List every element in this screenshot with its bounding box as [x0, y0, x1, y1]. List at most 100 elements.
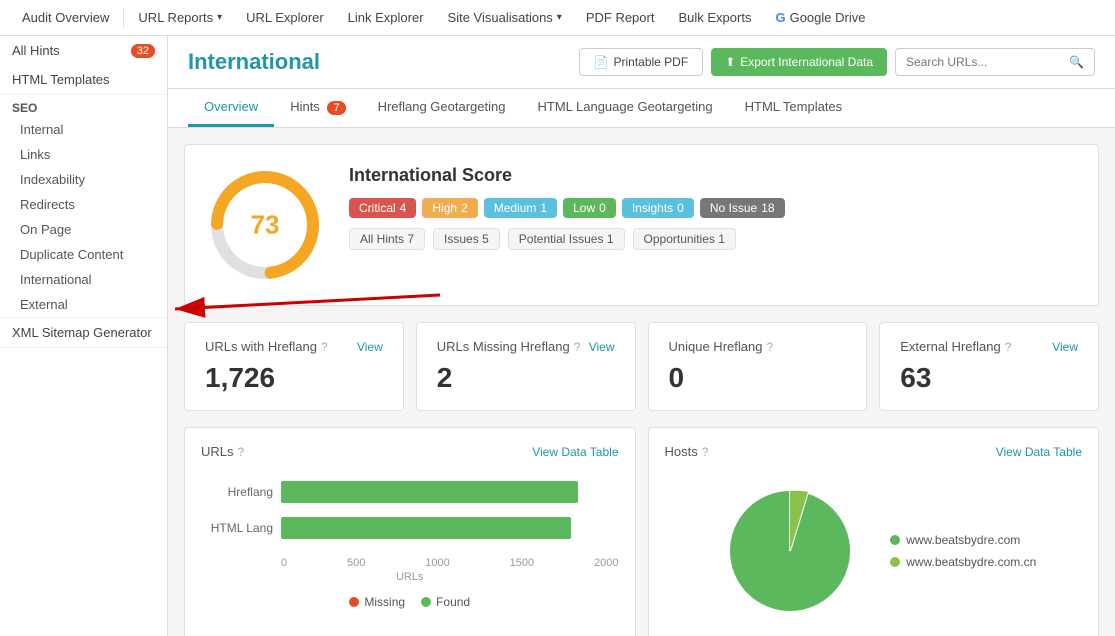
tab-html-lang[interactable]: HTML Language Geotargeting [521, 89, 728, 127]
chevron-down-icon: ▾ [557, 12, 562, 23]
nav-url-reports[interactable]: URL Reports ▾ [126, 0, 234, 36]
sidebar-item-links[interactable]: Links [0, 142, 167, 167]
metric-urls-missing-hreflang: URLs Missing Hreflang ? View 2 [416, 322, 636, 411]
metric-urls-hreflang: URLs with Hreflang ? View 1,726 [184, 322, 404, 411]
metric-title-4: External Hreflang ? [900, 339, 1011, 354]
sidebar-item-xml-sitemap[interactable]: XML Sitemap Generator [0, 318, 167, 347]
metric-header-2: URLs Missing Hreflang ? View [437, 339, 615, 354]
metric-view-2[interactable]: View [589, 340, 615, 354]
metric-external-hreflang: External Hreflang ? View 63 [879, 322, 1099, 411]
nav-divider [123, 8, 124, 28]
pie-dot-1 [890, 535, 900, 545]
badge-noissue[interactable]: No Issue 18 [700, 198, 785, 218]
score-card: 73 International Score Critical 4 High 2 [184, 144, 1099, 306]
pie-chart [710, 471, 870, 631]
badge-low[interactable]: Low 0 [563, 198, 616, 218]
search-icon: 🔍 [1069, 55, 1084, 69]
nav-pdf-report[interactable]: PDF Report [574, 0, 667, 36]
hint-all[interactable]: All Hints 7 [349, 228, 425, 250]
help-icon[interactable]: ? [1005, 340, 1012, 354]
metric-unique-hreflang: Unique Hreflang ? 0 [648, 322, 868, 411]
badge-critical[interactable]: Critical 4 [349, 198, 416, 218]
metric-value-2: 2 [437, 362, 615, 394]
help-icon[interactable]: ? [766, 340, 773, 354]
sidebar-item-duplicate-content[interactable]: Duplicate Content [0, 242, 167, 267]
tab-hints[interactable]: Hints 7 [274, 89, 361, 127]
metric-value-3: 0 [669, 362, 847, 394]
export-icon: ⬆ [725, 55, 735, 69]
sidebar-item-internal[interactable]: Internal [0, 117, 167, 142]
hosts-chart-title: Hosts ? [665, 444, 709, 459]
printable-pdf-button[interactable]: 📄 Printable PDF [579, 48, 704, 76]
content-body: 73 International Score Critical 4 High 2 [168, 128, 1115, 636]
hint-issues[interactable]: Issues 5 [433, 228, 500, 250]
content-area: International 📄 Printable PDF ⬆ Export I… [168, 36, 1115, 636]
axis-title: URLs [201, 571, 619, 583]
help-icon[interactable]: ? [702, 445, 709, 459]
hints-row: All Hints 7 Issues 5 Potential Issues 1 [349, 228, 1078, 250]
sidebar-item-html-templates-top[interactable]: HTML Templates [0, 65, 167, 94]
metric-value-4: 63 [900, 362, 1078, 394]
tab-overview[interactable]: Overview [188, 89, 274, 127]
bar-track-hreflang [281, 481, 619, 503]
nav-google-drive[interactable]: G Google Drive [763, 0, 877, 36]
sidebar-item-indexability[interactable]: Indexability [0, 167, 167, 192]
help-icon[interactable]: ? [238, 445, 245, 459]
google-icon: G [775, 10, 785, 25]
bar-label-htmllang: HTML Lang [201, 521, 273, 535]
metric-title-3: Unique Hreflang ? [669, 339, 774, 354]
sidebar-seo-label: SEO [0, 95, 167, 117]
nav-link-explorer[interactable]: Link Explorer [336, 0, 436, 36]
sidebar-item-international[interactable]: International [0, 267, 167, 292]
bar-chart: Hreflang HTML Lang [201, 471, 619, 619]
hosts-chart-view-link[interactable]: View Data Table [996, 445, 1082, 459]
sidebar-section-xml: XML Sitemap Generator [0, 318, 167, 348]
urls-chart-title: URLs ? [201, 444, 244, 459]
hint-opportunities[interactable]: Opportunities 1 [633, 228, 736, 250]
search-bar[interactable]: 🔍 [895, 48, 1095, 76]
metrics-row: URLs with Hreflang ? View 1,726 URLs Mis… [184, 322, 1099, 411]
pie-dot-2 [890, 557, 900, 567]
metric-view-4[interactable]: View [1052, 340, 1078, 354]
help-icon[interactable]: ? [321, 340, 328, 354]
bar-fill-htmllang [281, 517, 571, 539]
bar-track-htmllang [281, 517, 619, 539]
sidebar-item-on-page[interactable]: On Page [0, 217, 167, 242]
hint-potential[interactable]: Potential Issues 1 [508, 228, 625, 250]
search-input[interactable] [906, 55, 1064, 69]
nav-bulk-exports[interactable]: Bulk Exports [666, 0, 763, 36]
sidebar-section-seo: SEO Internal Links Indexability Redirect… [0, 95, 167, 318]
chevron-down-icon: ▾ [217, 12, 222, 23]
header-actions: 📄 Printable PDF ⬆ Export International D… [579, 48, 1095, 76]
badge-insights[interactable]: Insights 0 [622, 198, 694, 218]
score-details: International Score Critical 4 High 2 Me… [349, 165, 1078, 250]
help-icon[interactable]: ? [574, 340, 581, 354]
score-badges: Critical 4 High 2 Medium 1 Low [349, 198, 1078, 218]
legend-dot-found [421, 597, 431, 607]
nav-url-explorer[interactable]: URL Explorer [234, 0, 336, 36]
bar-axis: 0 500 1000 1500 2000 [201, 553, 619, 569]
sidebar-item-redirects[interactable]: Redirects [0, 192, 167, 217]
sidebar-item-external[interactable]: External [0, 292, 167, 317]
urls-chart-header: URLs ? View Data Table [201, 444, 619, 459]
pie-legend: www.beatsbydre.com www.beatsbydre.com.cn [890, 533, 1036, 569]
badge-high[interactable]: High 2 [422, 198, 477, 218]
pie-legend-item-2: www.beatsbydre.com.cn [890, 555, 1036, 569]
nav-audit-overview[interactable]: Audit Overview [10, 0, 121, 36]
tab-html-templates[interactable]: HTML Templates [729, 89, 859, 127]
badge-medium[interactable]: Medium 1 [484, 198, 557, 218]
tab-hreflang[interactable]: Hreflang Geotargeting [362, 89, 522, 127]
legend-missing: Missing [349, 595, 405, 609]
file-icon: 📄 [594, 55, 609, 69]
urls-chart-view-link[interactable]: View Data Table [532, 445, 618, 459]
metric-value-1: 1,726 [205, 362, 383, 394]
hosts-chart-header: Hosts ? View Data Table [665, 444, 1083, 459]
sidebar-item-all-hints[interactable]: All Hints 32 [0, 36, 167, 65]
nav-site-visualisations[interactable]: Site Visualisations ▾ [436, 0, 574, 36]
pie-container: www.beatsbydre.com www.beatsbydre.com.cn [665, 471, 1083, 631]
urls-chart-card: URLs ? View Data Table Hreflang [184, 427, 636, 636]
metric-view-1[interactable]: View [357, 340, 383, 354]
tabs-bar: Overview Hints 7 Hreflang Geotargeting H… [168, 89, 1115, 128]
export-button[interactable]: ⬆ Export International Data [711, 48, 887, 76]
legend-found: Found [421, 595, 470, 609]
